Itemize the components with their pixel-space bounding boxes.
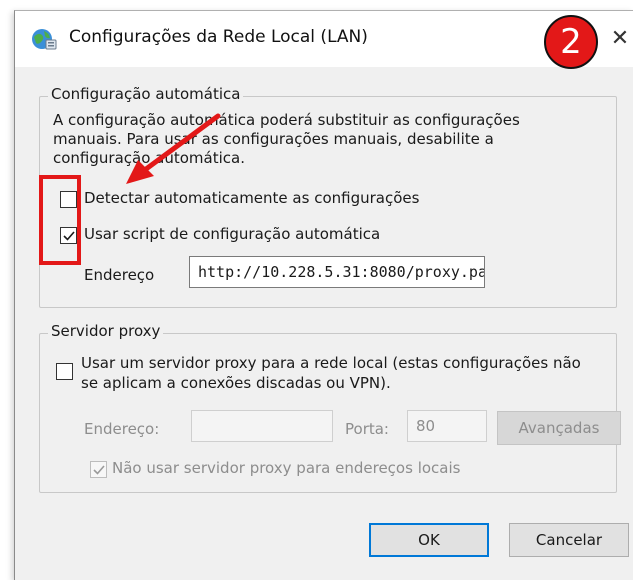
- network-globe-icon: [32, 29, 57, 50]
- lan-settings-dialog: Configurações da Rede Local (LAN) ✕ Conf…: [14, 10, 633, 580]
- advanced-button[interactable]: Avançadas: [497, 411, 621, 445]
- use-proxy-checkbox[interactable]: [56, 363, 73, 380]
- use-proxy-label-line2[interactable]: se aplicam a conexões discadas ou VPN).: [81, 374, 391, 392]
- auto-config-description-1: A configuração automática poderá substit…: [53, 111, 520, 129]
- proxy-address-label: Endereço:: [84, 420, 160, 438]
- ok-button[interactable]: OK: [369, 523, 489, 557]
- use-proxy-label-line1[interactable]: Usar um servidor proxy para a rede local…: [81, 354, 581, 372]
- script-address-label: Endereço: [84, 266, 155, 284]
- script-address-input[interactable]: http://10.228.5.31:8080/proxy.pa: [189, 256, 485, 288]
- auto-config-legend: Configuração automática: [48, 85, 244, 103]
- close-icon[interactable]: ✕: [607, 19, 633, 59]
- proxy-address-input[interactable]: [191, 410, 333, 442]
- checkmark-icon: [63, 231, 75, 241]
- step-number-badge: 2: [544, 15, 598, 69]
- checkmark-icon: [93, 465, 105, 475]
- proxy-port-label: Porta:: [345, 420, 389, 438]
- bypass-local-label[interactable]: Não usar servidor proxy para endereços l…: [112, 459, 460, 477]
- bypass-local-checkbox[interactable]: [90, 461, 107, 478]
- auto-config-description-3: configuração automática.: [53, 149, 245, 167]
- proxy-port-input[interactable]: 80: [407, 410, 487, 442]
- dialog-title: Configurações da Rede Local (LAN): [69, 27, 368, 47]
- use-script-checkbox[interactable]: [60, 227, 77, 244]
- proxy-server-legend: Servidor proxy: [48, 322, 164, 340]
- auto-config-description-2: manuais. Para usar as configurações manu…: [53, 130, 494, 148]
- detect-settings-checkbox[interactable]: [60, 191, 77, 208]
- title-bar: Configurações da Rede Local (LAN) ✕: [15, 11, 633, 67]
- use-script-label[interactable]: Usar script de configuração automática: [84, 225, 380, 243]
- cancel-button[interactable]: Cancelar: [509, 523, 629, 557]
- detect-settings-label[interactable]: Detectar automaticamente as configuraçõe…: [84, 189, 419, 207]
